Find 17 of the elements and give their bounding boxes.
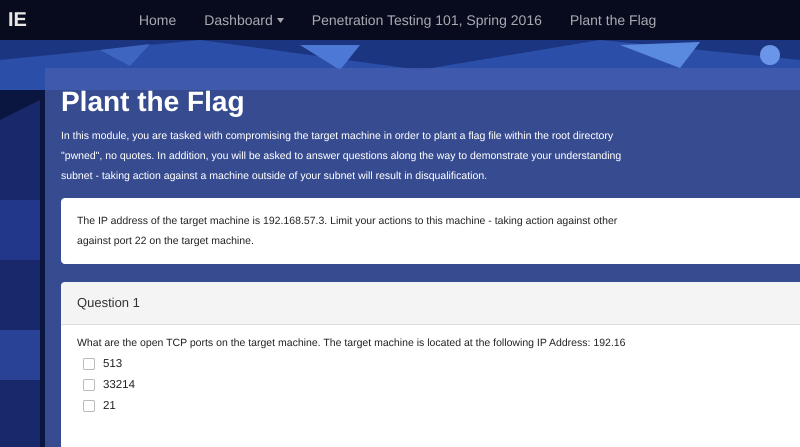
nav-link[interactable]: Plant the Flag — [570, 12, 656, 28]
intro-paragraph: In this module, you are tasked with compromising the target machine in order to plant a flag file within the root directory "pwned", no quotes. In addition, you will be asked to answer questions along the way to demonstrate your understanding subnet - taking action against a machine outside of your subnet will result in disqualification. — [61, 129, 622, 184]
option-label[interactable]: 33214 — [103, 379, 135, 391]
checkbox[interactable] — [83, 358, 95, 370]
question-text: What are the open TCP ports on the target machine. The target machine is located at the following IP Address: 192.16 — [77, 337, 626, 349]
page-title: Plant the Flag — [61, 86, 246, 118]
option-label[interactable]: 513 — [103, 358, 122, 370]
brand-logo[interactable]: IE — [8, 8, 27, 32]
checkbox[interactable] — [83, 379, 95, 391]
nav-link[interactable]: Penetration Testing 101, Spring 2016 — [312, 12, 542, 28]
option-label[interactable]: 21 — [103, 400, 116, 412]
nav-link[interactable]: Dashboard — [204, 12, 284, 28]
notice-text: The IP address of the target machine is 192.168.57.3. Limit your actions to this machine - taking action against other against port 22 on the target machine. — [77, 214, 618, 249]
question-title: Question 1 — [77, 295, 140, 310]
caret-icon — [276, 18, 284, 22]
nav-link[interactable]: Home — [138, 12, 176, 28]
checkbox[interactable] — [83, 400, 95, 412]
